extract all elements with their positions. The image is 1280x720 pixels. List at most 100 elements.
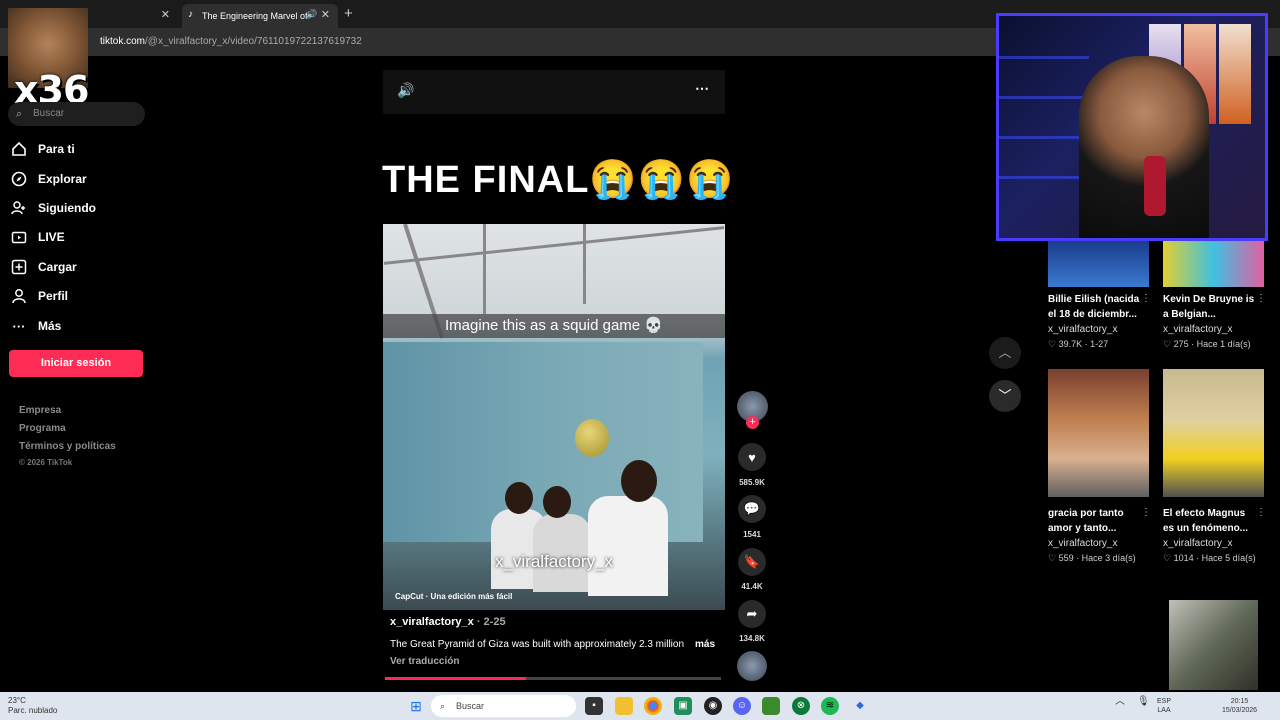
sidebar-item-mas[interactable]: ··· Más <box>10 315 150 337</box>
related-more-icon[interactable]: ⋮ <box>1256 507 1266 518</box>
app-icon[interactable]: ▣ <box>674 697 692 715</box>
video-progress-bar[interactable] <box>385 677 721 680</box>
obs-icon[interactable]: ◉ <box>704 697 722 715</box>
person-head <box>505 482 533 514</box>
sidebar-item-perfil[interactable]: Perfil <box>10 285 150 307</box>
xbox-icon[interactable]: ⊗ <box>792 697 810 715</box>
related-date: Hace 1 día(s) <box>1196 339 1251 349</box>
related-more-icon[interactable]: ⋮ <box>1256 293 1266 304</box>
related-author[interactable]: x_viralfactory_x <box>1163 324 1232 335</box>
video-top-bar: 🔊 ⋯ <box>383 70 725 114</box>
related-likes: 39.7K <box>1058 339 1083 349</box>
url-path: /@x_viralfactory_x/video/761101972213761… <box>145 36 362 47</box>
shelf-light <box>999 56 1089 59</box>
volume-icon[interactable]: 🔊 <box>397 82 414 99</box>
browser-tab-1[interactable]: ✕ <box>88 4 178 28</box>
login-button[interactable]: Iniciar sesión <box>9 350 143 377</box>
more-icon: ··· <box>12 318 26 334</box>
sidebar-item-live[interactable]: LIVE <box>10 226 150 248</box>
microphone-icon[interactable]: 🎙 <box>1137 697 1150 707</box>
related-title[interactable]: Kevin De Bruyne is a Belgian... <box>1163 292 1255 322</box>
capcut-label[interactable]: CapCut · Una edición más fácil <box>395 592 512 601</box>
profile-icon <box>10 287 28 305</box>
footer-link[interactable]: Programa <box>19 423 66 434</box>
related-more-icon[interactable]: ⋮ <box>1141 507 1151 518</box>
minecraft-icon[interactable] <box>762 697 780 715</box>
file-explorer-icon[interactable] <box>615 697 633 715</box>
related-title[interactable]: gracia por tanto amor y tanto... <box>1048 506 1140 536</box>
sidebar-item-para-ti[interactable]: Para ti <box>10 138 150 160</box>
related-thumbnail[interactable] <box>1163 240 1264 287</box>
video-author[interactable]: x_viralfactory_x · 2-25 <box>390 616 506 628</box>
related-thumbnail[interactable] <box>1048 369 1149 497</box>
close-tab-icon[interactable]: ✕ <box>321 8 330 21</box>
clock-time: 20:15 <box>1230 698 1249 705</box>
related-author[interactable]: x_viralfactory_x <box>1048 538 1117 549</box>
sidebar-item-cargar[interactable]: Cargar <box>10 256 150 278</box>
search-placeholder: Buscar <box>33 108 65 119</box>
person-body <box>588 496 668 596</box>
weather-temp: 23°C <box>8 696 26 705</box>
discord-icon[interactable]: ☺ <box>733 697 751 715</box>
video-date: · 2-25 <box>473 616 506 628</box>
related-author[interactable]: x_viralfactory_x <box>1163 538 1232 549</box>
spotify-icon[interactable]: ≋ <box>821 697 839 715</box>
weather-widget[interactable]: 23°C Parc. nublado <box>8 696 57 716</box>
sound-avatar[interactable] <box>737 651 767 681</box>
task-view-icon[interactable]: ▪ <box>585 697 603 715</box>
related-author[interactable]: x_viralfactory_x <box>1048 324 1117 335</box>
url-text[interactable]: tiktok.com/@x_viralfactory_x/video/76110… <box>100 36 362 47</box>
related-meta: ♡ 275 · Hace 1 día(s) <box>1163 339 1251 349</box>
author-name: x_viralfactory_x <box>390 616 474 628</box>
footer-link[interactable]: Empresa <box>19 405 61 416</box>
share-button[interactable]: ➦ <box>738 600 766 628</box>
sidebar-item-siguiendo[interactable]: Siguiendo <box>10 197 150 219</box>
sidebar-item-label: Más <box>38 319 62 333</box>
video-watermark: x_viralfactory_x <box>494 552 614 571</box>
next-video-button[interactable]: ﹀ <box>989 380 1021 412</box>
related-title[interactable]: Billie Eilish (nacida el 18 de diciembr.… <box>1048 292 1140 322</box>
sidebar-item-label: Explorar <box>38 172 87 186</box>
previous-video-button[interactable]: ︿ <box>989 337 1021 369</box>
taskbar-search[interactable]: ⌕ Buscar <box>431 695 576 717</box>
pendulum-ball <box>575 419 609 457</box>
clock[interactable]: 20:15 15/03/2026 <box>1222 697 1257 715</box>
more-link[interactable]: más <box>695 639 715 650</box>
related-title[interactable]: El efecto Magnus es un fenómeno... <box>1163 506 1255 536</box>
share-icon: ➦ <box>746 606 758 621</box>
microphone <box>1144 156 1166 216</box>
close-tab-icon[interactable]: ✕ <box>161 8 170 21</box>
search-icon: ⌕ <box>440 701 446 711</box>
app-icon[interactable]: ◆ <box>851 697 869 715</box>
windows-start-icon[interactable]: ⊞ <box>407 697 425 715</box>
related-thumbnail[interactable] <box>1169 600 1258 690</box>
related-likes: 275 <box>1173 339 1189 349</box>
comment-button[interactable]: 💬 <box>738 495 766 523</box>
share-count: 134.8K <box>739 634 765 643</box>
chrome-icon[interactable] <box>644 697 662 715</box>
sidebar-item-label: Para ti <box>38 142 75 156</box>
translate-link[interactable]: Ver traducción <box>390 656 459 667</box>
follow-plus-icon[interactable]: + <box>746 416 759 429</box>
video-player[interactable]: Imagine this as a squid game 💀 x_viralfa… <box>383 224 725 610</box>
tiktok-favicon-icon: ♪ <box>188 9 193 20</box>
like-button[interactable]: ♥ <box>738 443 766 471</box>
save-button[interactable]: 🔖 <box>738 548 766 576</box>
new-tab-button[interactable]: + <box>344 5 353 22</box>
related-more-icon[interactable]: ⋮ <box>1141 293 1151 304</box>
more-options-icon[interactable]: ⋯ <box>695 80 709 97</box>
person-head <box>543 486 571 518</box>
search-input[interactable]: ⌕ Buscar <box>8 102 145 126</box>
audio-playing-icon[interactable]: 🔊 <box>306 9 317 20</box>
wall-poster <box>1219 24 1251 124</box>
sidebar-item-label: Siguiendo <box>38 201 96 215</box>
chevron-down-icon: ﹀ <box>998 388 1012 403</box>
sidebar-item-explorar[interactable]: Explorar <box>10 168 150 190</box>
footer-link[interactable]: Términos y políticas <box>19 441 116 452</box>
related-thumbnail[interactable] <box>1163 369 1264 497</box>
browser-tab-2[interactable]: ♪ The Engineering Marvel of 🔊 ✕ <box>182 4 338 28</box>
related-thumbnail[interactable] <box>1048 240 1149 287</box>
language-indicator[interactable]: ESP LAA <box>1157 697 1171 715</box>
url-domain: tiktok.com <box>100 36 146 47</box>
tray-chevron-icon[interactable]: ︿ <box>1115 697 1125 707</box>
